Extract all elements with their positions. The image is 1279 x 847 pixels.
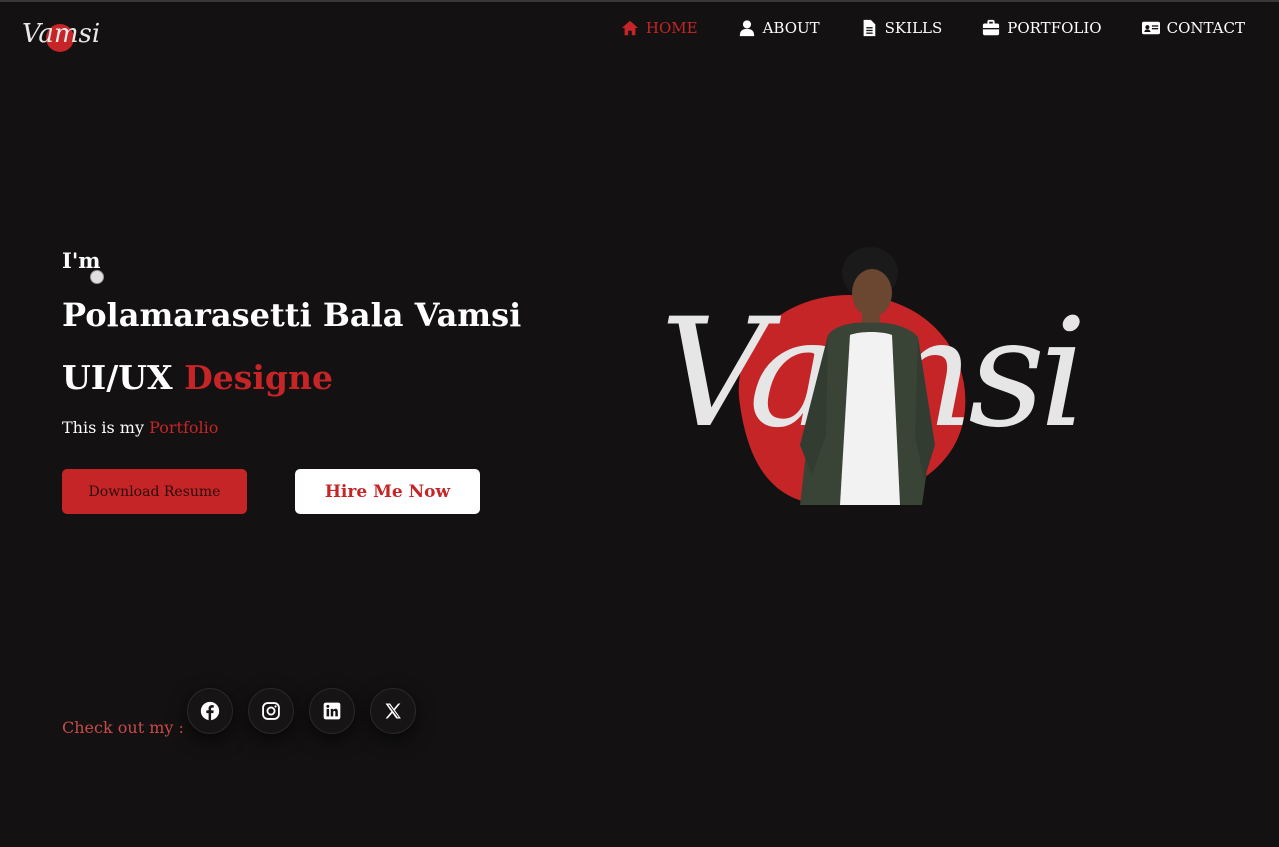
nav-home[interactable]: HOME (621, 19, 698, 37)
hero-portrait: Vamsi (660, 235, 1087, 515)
hero-role: UI/UX Designe (62, 358, 333, 397)
main-nav: HOME ABOUT SKILLS PORTFOLIO CONTACT (621, 19, 1245, 37)
nav-skills[interactable]: SKILLS (860, 19, 943, 37)
svg-text:Vamsi: Vamsi (22, 19, 100, 49)
briefcase-icon (982, 19, 1000, 37)
social-label: Check out my : (62, 718, 184, 737)
download-resume-button[interactable]: Download Resume (62, 469, 247, 514)
nav-contact-label: CONTACT (1166, 19, 1245, 37)
hire-me-button[interactable]: Hire Me Now (295, 469, 480, 514)
facebook-link[interactable] (187, 688, 233, 734)
instagram-icon (262, 702, 280, 720)
nav-portfolio[interactable]: PORTFOLIO (982, 19, 1102, 37)
site-logo[interactable]: Vamsi (20, 10, 102, 56)
tagline-accent: Portfolio (149, 418, 219, 437)
nav-about[interactable]: ABOUT (738, 19, 820, 37)
role-accent: Designe (184, 358, 333, 397)
instagram-link[interactable] (248, 688, 294, 734)
x-link[interactable] (370, 688, 416, 734)
nav-portfolio-label: PORTFOLIO (1007, 19, 1102, 37)
user-icon (738, 19, 756, 37)
nav-contact[interactable]: CONTACT (1141, 19, 1245, 37)
social-links (187, 688, 416, 734)
hero-name: Polamarasetti Bala Vamsi (62, 296, 522, 334)
nav-about-label: ABOUT (762, 19, 820, 37)
linkedin-link[interactable] (309, 688, 355, 734)
nav-home-label: HOME (645, 19, 698, 37)
role-prefix: UI/UX (62, 358, 173, 397)
tagline-prefix: This is my (62, 418, 145, 437)
address-card-icon (1141, 19, 1160, 37)
nav-skills-label: SKILLS (884, 19, 943, 37)
window-top-border (0, 0, 1279, 2)
facebook-icon (200, 701, 220, 721)
document-icon (860, 19, 878, 37)
linkedin-icon (323, 702, 341, 720)
mouse-cursor (90, 270, 104, 284)
x-icon (385, 703, 401, 719)
home-icon (621, 19, 639, 37)
hero-tagline: This is my Portfolio (62, 418, 218, 437)
